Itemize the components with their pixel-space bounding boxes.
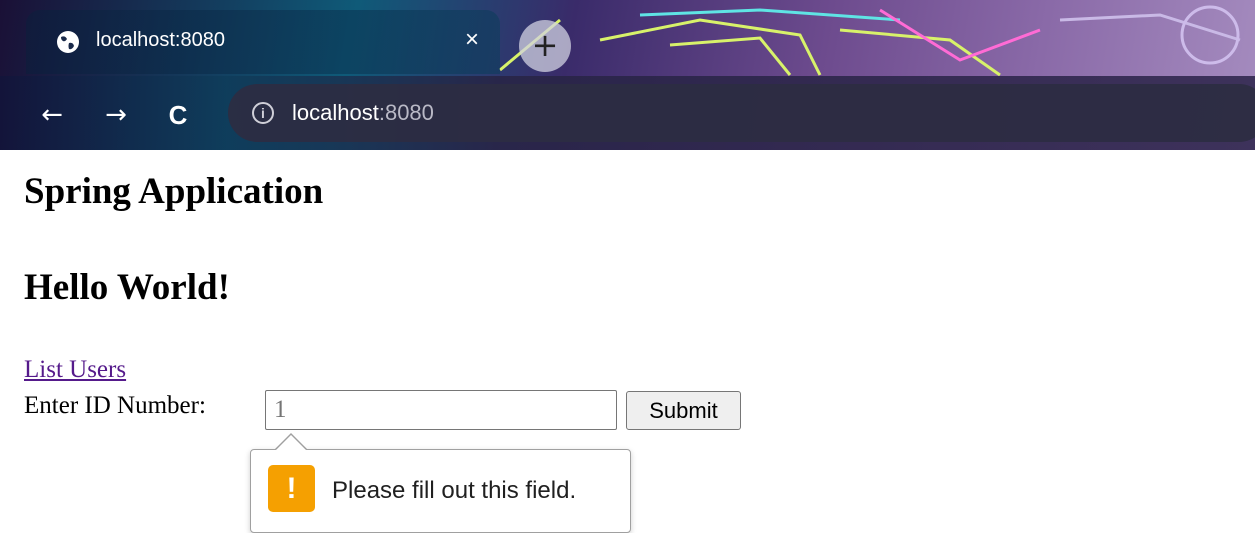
browser-toolbar: ← → C i localhost:8080 bbox=[0, 76, 1255, 150]
url-text[interactable]: localhost:8080 bbox=[292, 100, 434, 126]
info-icon[interactable]: i bbox=[252, 102, 274, 124]
browser-tab[interactable]: localhost:8080 × bbox=[26, 10, 500, 74]
warning-icon: ! bbox=[268, 465, 315, 512]
tooltip-arrow-fill bbox=[275, 435, 307, 451]
id-number-label: Enter ID Number: bbox=[24, 392, 206, 419]
browser-chrome: localhost:8080 × + ← → C i localhost:808… bbox=[0, 0, 1255, 150]
list-users-link[interactable]: List Users bbox=[24, 356, 126, 384]
tab-close-icon[interactable]: × bbox=[458, 26, 486, 54]
url-port: :8080 bbox=[378, 100, 434, 125]
validation-tooltip: ! Please fill out this field. bbox=[250, 449, 631, 533]
address-bar[interactable]: i localhost:8080 bbox=[228, 84, 1255, 142]
back-arrow-icon[interactable]: ← bbox=[34, 98, 70, 132]
globe-icon bbox=[57, 31, 79, 53]
validation-message: Please fill out this field. bbox=[332, 477, 577, 504]
submit-button[interactable]: Submit bbox=[626, 391, 741, 430]
page-subtitle: Hello World! bbox=[24, 267, 230, 308]
reload-icon[interactable]: C bbox=[160, 98, 196, 132]
url-host: localhost bbox=[292, 100, 379, 125]
new-tab-button[interactable]: + bbox=[519, 20, 571, 72]
page-title: Spring Application bbox=[24, 171, 324, 212]
tab-title: localhost:8080 bbox=[96, 29, 225, 51]
id-number-input[interactable] bbox=[265, 390, 617, 430]
forward-arrow-icon[interactable]: → bbox=[98, 98, 134, 132]
